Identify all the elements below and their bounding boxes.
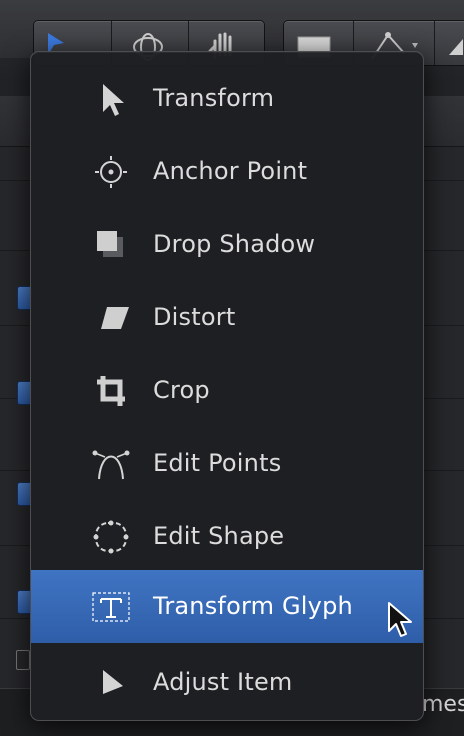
edit-points-icon — [83, 439, 139, 489]
menu-item-edit-points[interactable]: Edit Points — [31, 427, 423, 500]
menu-item-label: Distort — [153, 303, 236, 331]
menu-item-label: Edit Points — [153, 449, 282, 477]
toolbar — [0, 0, 464, 66]
menu-item-label: Adjust Item — [153, 668, 293, 696]
menu-item-edit-shape[interactable]: Edit Shape — [31, 500, 423, 573]
menu-item-adjust-item[interactable]: Adjust Item — [31, 646, 423, 719]
menu-item-label: Edit Shape — [153, 522, 285, 550]
app-window: mes Transform Anchor Point Drop Shadow D… — [0, 0, 464, 736]
menu-item-distort[interactable]: Distort — [31, 281, 423, 354]
menu-item-label: Transform Glyph — [153, 592, 353, 620]
transform-glyph-icon — [83, 582, 139, 632]
menu-item-transform[interactable]: Transform — [31, 62, 423, 135]
menu-item-crop[interactable]: Crop — [31, 354, 423, 427]
partial-label: mes — [422, 692, 464, 717]
arrow-pointer-icon — [83, 74, 139, 124]
menu-item-label: Drop Shadow — [153, 230, 316, 258]
menu-item-anchor-point[interactable]: Anchor Point — [31, 135, 423, 208]
crop-icon — [83, 366, 139, 416]
anchor-point-icon — [83, 147, 139, 197]
triangle-icon — [448, 39, 463, 55]
menu-item-label: Crop — [153, 376, 210, 404]
transform-tools-menu: Transform Anchor Point Drop Shadow Disto… — [30, 51, 424, 721]
menu-item-label: Transform — [153, 84, 275, 112]
drop-shadow-icon — [83, 220, 139, 270]
menu-item-transform-glyph[interactable]: Transform Glyph — [31, 570, 423, 643]
distort-icon — [83, 293, 139, 343]
mouse-pointer-icon — [386, 601, 416, 645]
menu-item-label: Anchor Point — [153, 157, 308, 185]
adjust-item-icon — [83, 658, 139, 708]
text-tool-button[interactable] — [435, 21, 464, 65]
panel-toggle-box[interactable] — [16, 650, 30, 670]
edit-shape-icon — [83, 512, 139, 562]
menu-item-drop-shadow[interactable]: Drop Shadow — [31, 208, 423, 281]
